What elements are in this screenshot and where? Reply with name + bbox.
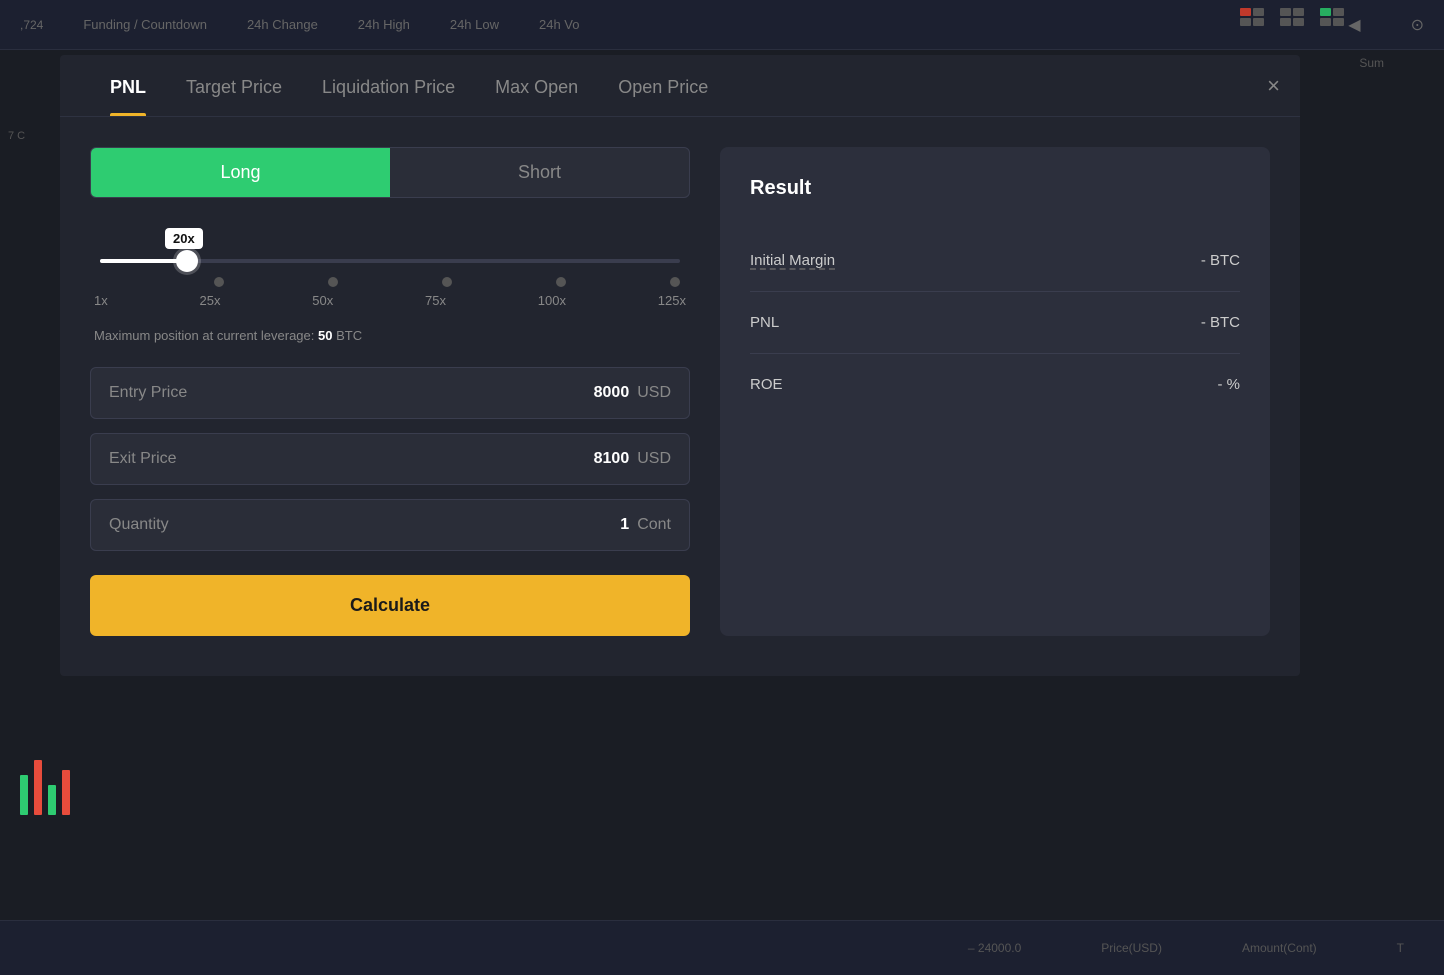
circle-icon: ⊙ (1411, 15, 1424, 35)
dot-125x (670, 277, 680, 287)
initial-margin-value: - BTC (1201, 252, 1240, 269)
label-50x: 50x (312, 293, 333, 308)
mid-grid-icon (1280, 8, 1304, 26)
candle-3 (48, 785, 56, 815)
bg-bottom-t: T (1397, 941, 1404, 955)
tab-target-price[interactable]: Target Price (166, 55, 302, 116)
candle-1 (20, 775, 28, 815)
slider-thumb[interactable] (176, 250, 198, 272)
bg-header-low: 24h Low (450, 17, 499, 32)
max-position-unit: BTC (336, 328, 362, 343)
exit-price-label: Exit Price (109, 450, 594, 468)
slider-dots (90, 275, 690, 287)
label-125x: 125x (658, 293, 686, 308)
exit-price-unit: USD (637, 450, 671, 468)
bg-header-vol: 24h Vo (539, 17, 580, 32)
result-row-initial-margin: Initial Margin - BTC (750, 230, 1240, 292)
leverage-badge: 20x (165, 228, 203, 249)
dot-50x (328, 277, 338, 287)
top-icons-area (1240, 8, 1344, 26)
tab-pnl[interactable]: PNL (90, 55, 166, 116)
label-75x: 75x (425, 293, 446, 308)
modal-content: Long Short 20x (60, 117, 1300, 676)
quantity-label: Quantity (109, 516, 620, 534)
label-1x: 1x (94, 293, 108, 308)
arrow-icon: ◀ (1348, 15, 1360, 35)
short-button[interactable]: Short (390, 148, 689, 197)
tabs-bar: PNL Target Price Liquidation Price Max O… (60, 55, 1300, 117)
initial-margin-label: Initial Margin (750, 252, 835, 269)
leverage-section: 20x 1x 25x (90, 228, 690, 308)
bg-bottom-price: Price(USD) (1101, 941, 1162, 955)
pnl-value: - BTC (1201, 314, 1240, 331)
bg-candles (20, 760, 70, 815)
exit-price-field[interactable]: Exit Price 8100 USD (90, 433, 690, 485)
result-row-pnl: PNL - BTC (750, 292, 1240, 354)
long-short-toggle: Long Short (90, 147, 690, 198)
entry-price-field[interactable]: Entry Price 8000 USD (90, 367, 690, 419)
quantity-field[interactable]: Quantity 1 Cont (90, 499, 690, 551)
bg-header-high: 24h High (358, 17, 410, 32)
tab-open-price[interactable]: Open Price (598, 55, 728, 116)
left-panel: Long Short 20x (90, 147, 690, 636)
close-button[interactable]: × (1267, 75, 1280, 97)
bg-bottom-number: – 24000.0 (968, 941, 1021, 955)
max-position-info: Maximum position at current leverage: 50… (90, 328, 690, 343)
candle-2 (34, 760, 42, 815)
bg-sum: Sum (1359, 56, 1384, 70)
long-button[interactable]: Long (91, 148, 390, 197)
result-title: Result (750, 177, 1240, 200)
bg-header-funding: Funding / Countdown (83, 17, 207, 32)
exit-price-value: 8100 (594, 450, 630, 468)
red-grid-icon (1240, 8, 1264, 26)
slider-track (100, 259, 680, 263)
entry-price-unit: USD (637, 384, 671, 402)
roe-label: ROE (750, 376, 783, 393)
quantity-value: 1 (620, 516, 629, 534)
dot-100x (556, 277, 566, 287)
candle-4 (62, 770, 70, 815)
right-panel: Result Initial Margin - BTC PNL - BTC RO… (720, 147, 1270, 636)
entry-price-label: Entry Price (109, 384, 594, 402)
tab-max-open[interactable]: Max Open (475, 55, 598, 116)
pnl-label: PNL (750, 314, 779, 331)
background-header: ,724 Funding / Countdown 24h Change 24h … (0, 0, 1444, 50)
result-row-roe: ROE - % (750, 354, 1240, 415)
slider-labels: 1x 25x 50x 75x 100x 125x (90, 293, 690, 308)
quantity-unit: Cont (637, 516, 671, 534)
bg-header-change: 24h Change (247, 17, 318, 32)
chart-label: 7 C (8, 130, 25, 142)
label-25x: 25x (200, 293, 221, 308)
dot-25x (214, 277, 224, 287)
bg-bottom-amount: Amount(Cont) (1242, 941, 1317, 955)
dot-75x (442, 277, 452, 287)
slider-fill (100, 259, 187, 263)
green-grid-icon (1320, 8, 1344, 26)
bg-number-left: ,724 (20, 18, 43, 32)
label-100x: 100x (538, 293, 566, 308)
max-position-value: 50 (318, 328, 332, 343)
calculate-button[interactable]: Calculate (90, 575, 690, 636)
entry-price-value: 8000 (594, 384, 630, 402)
bg-bottom-bar: – 24000.0 Price(USD) Amount(Cont) T (0, 920, 1444, 975)
roe-value: - % (1218, 376, 1241, 393)
tab-liquidation-price[interactable]: Liquidation Price (302, 55, 475, 116)
slider-container[interactable] (90, 259, 690, 263)
calculator-modal: PNL Target Price Liquidation Price Max O… (60, 55, 1300, 676)
